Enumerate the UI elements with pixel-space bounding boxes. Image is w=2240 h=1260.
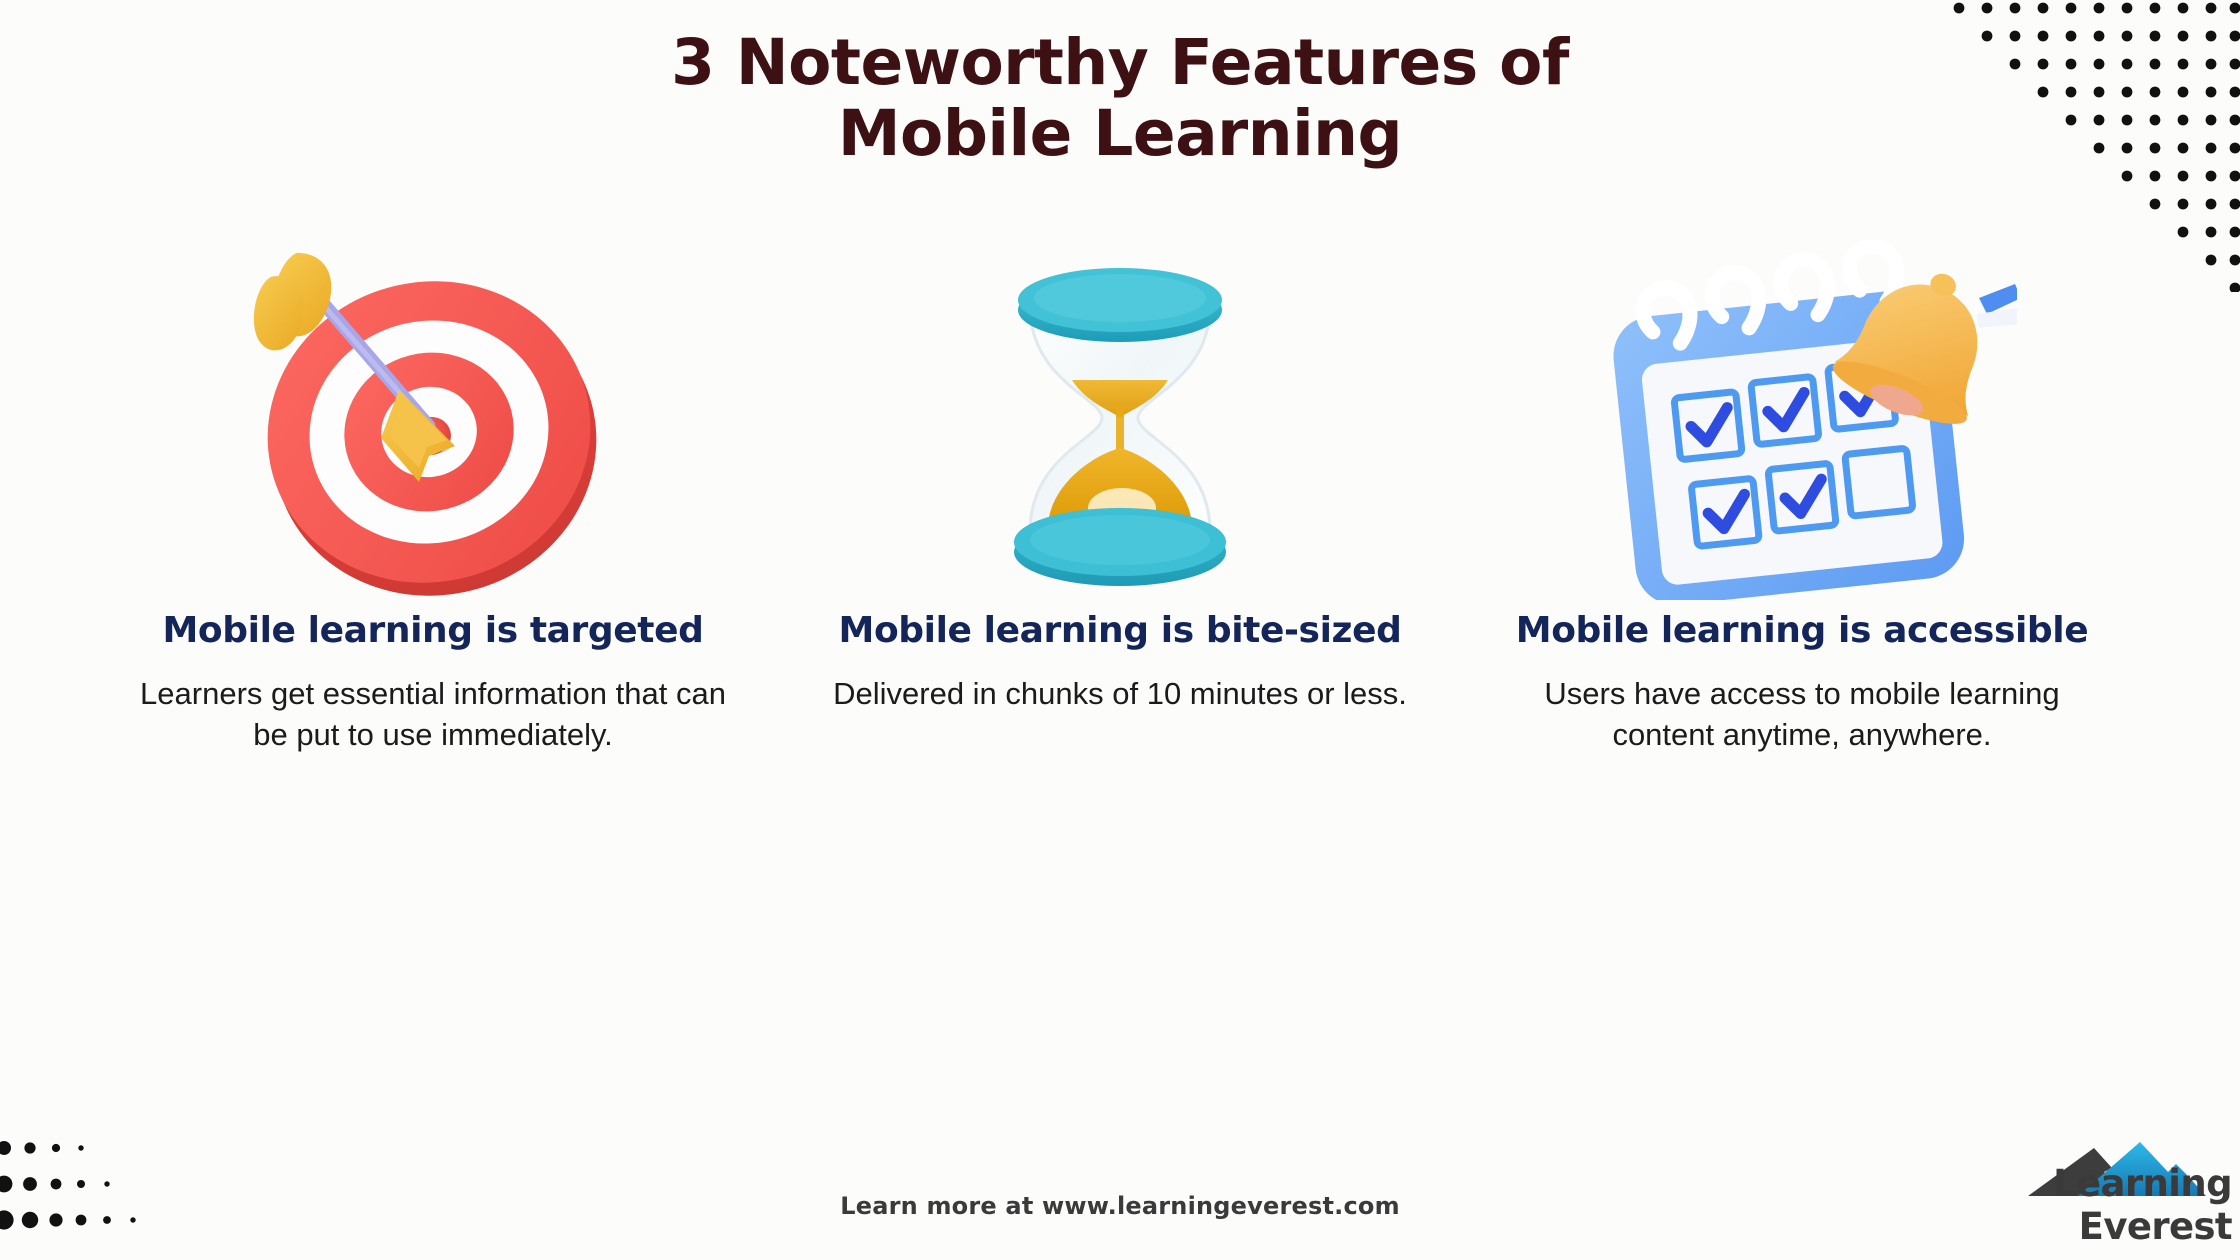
feature-card-targeted: Mobile learning is targeted Learners get… <box>100 240 780 755</box>
feature-body: Users have access to mobile learning con… <box>1544 676 2060 753</box>
dartboard-target-with-arrow-icon <box>100 240 766 600</box>
feature-body: Learners get essential information that … <box>140 676 726 753</box>
feature-card-bite-sized: Mobile learning is bite-sized Delivered … <box>780 240 1460 714</box>
features-row: Mobile learning is targeted Learners get… <box>0 240 2240 755</box>
feature-heading: Mobile learning is bite-sized <box>838 610 1402 651</box>
page-title-line-1: 3 Noteworthy Features of <box>671 26 1569 99</box>
infographic-canvas: 3 Noteworthy Features of Mobile Learning <box>0 0 2240 1260</box>
feature-heading: Mobile learning is targeted <box>162 610 704 651</box>
footer-learn-more-text: Learn more at www.learningeverest.com <box>840 1192 1400 1220</box>
hourglass-sand-timer-icon <box>780 240 1460 600</box>
feature-card-accessible: Mobile learning is accessible Users have… <box>1460 240 2140 755</box>
calendar-checklist-with-bell-icon <box>1464 240 2140 600</box>
feature-body: Delivered in chunks of 10 minutes or les… <box>833 676 1407 711</box>
logo-wordmark: Learning Everest <box>2053 1162 2233 1248</box>
page-title: 3 Noteworthy Features of Mobile Learning <box>0 26 2240 170</box>
feature-heading: Mobile learning is accessible <box>1515 610 2089 651</box>
decorative-dots-bottom-left <box>0 1141 136 1230</box>
page-title-line-2: Mobile Learning <box>837 96 1403 170</box>
learning-everest-logo: Learning Everest <box>1932 1138 2233 1250</box>
